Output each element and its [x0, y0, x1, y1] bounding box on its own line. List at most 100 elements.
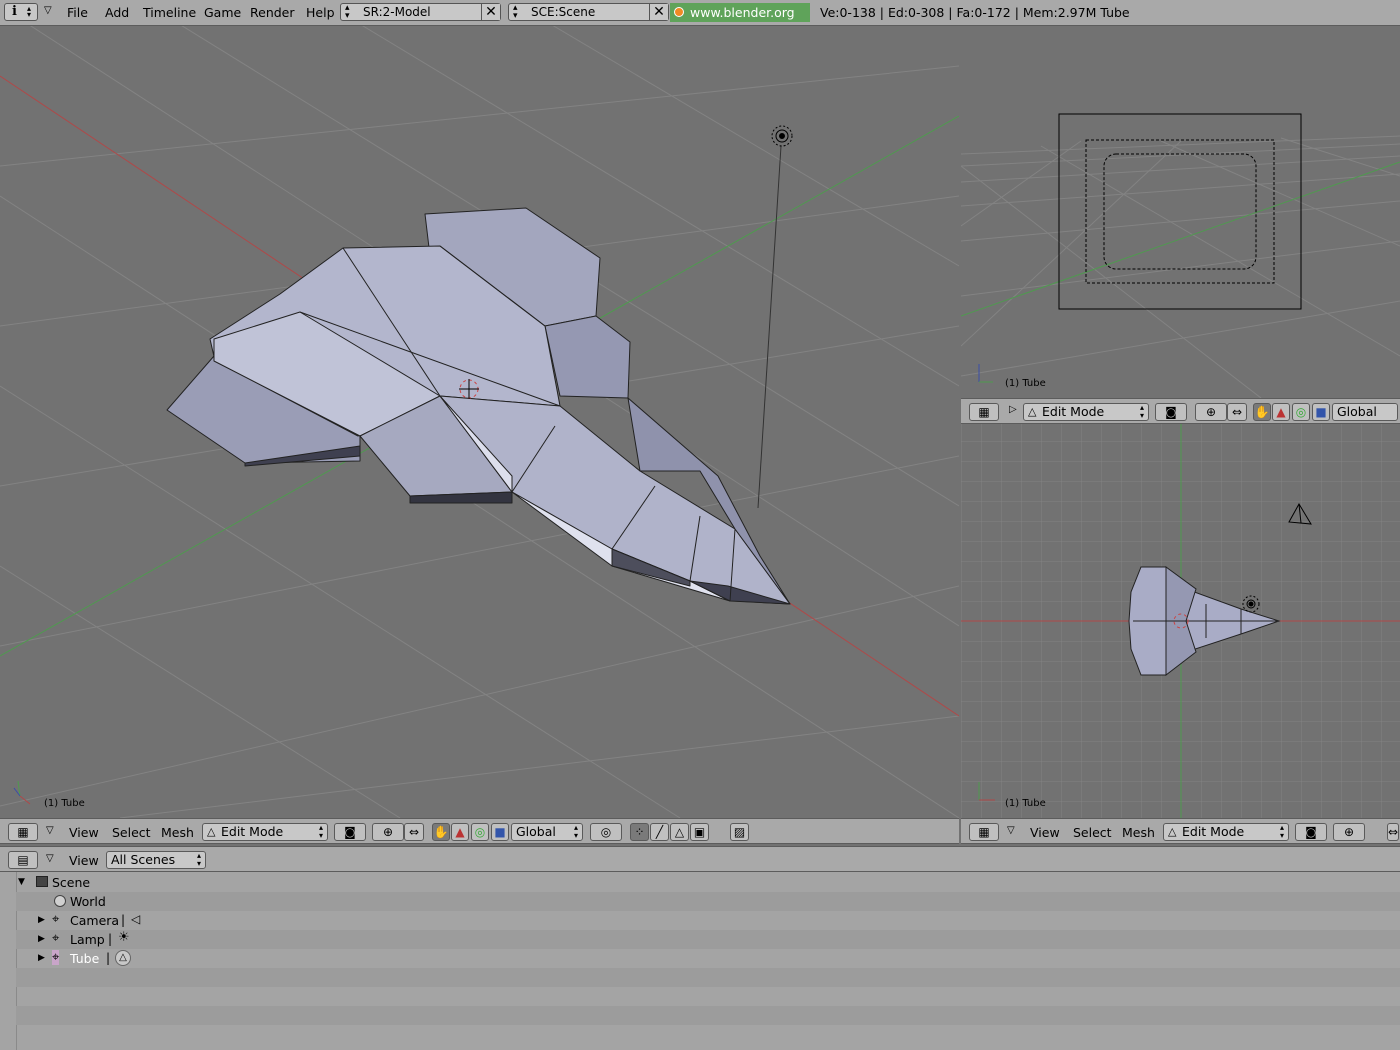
menu-game[interactable]: Game: [204, 5, 241, 20]
menu-mesh[interactable]: Mesh: [161, 825, 194, 840]
menu-view[interactable]: View: [69, 853, 99, 868]
main-viewport-object-label: (1) Tube: [44, 798, 85, 809]
menu-select[interactable]: Select: [1073, 825, 1112, 840]
translate-manipulator-button[interactable]: ▲: [451, 823, 469, 841]
main-3d-viewport[interactable]: (1) Tube: [0, 26, 959, 818]
orientation-value: Global: [1337, 404, 1377, 419]
main-viewport-canvas[interactable]: [0, 26, 959, 818]
draw-type-select[interactable]: ◙: [334, 823, 366, 841]
updown-icon[interactable]: ▴ ▾: [345, 4, 350, 21]
menu-help[interactable]: Help: [306, 5, 335, 20]
menu-render[interactable]: Render: [250, 5, 295, 20]
scene-field[interactable]: ▴ ▾ SCE:Scene ✕: [508, 3, 669, 21]
collapse-triangle-icon[interactable]: ▼: [18, 877, 25, 887]
collapse-menu-icon[interactable]: ▽: [1007, 825, 1015, 836]
menu-mesh[interactable]: Mesh: [1122, 825, 1155, 840]
camera-viewport-canvas[interactable]: [961, 26, 1400, 398]
tube-mesh: [166, 207, 791, 605]
menu-add[interactable]: Add: [105, 5, 129, 20]
rotate-manipulator-button[interactable]: ◎: [471, 823, 489, 841]
camera-icon[interactable]: ◁: [131, 912, 140, 926]
outliner-item-label[interactable]: Camera: [70, 913, 119, 928]
mode-select[interactable]: △ Edit Mode ▴ ▾: [1023, 403, 1149, 421]
collapse-menu-icon[interactable]: ▽: [46, 825, 54, 836]
mode-select[interactable]: △ Edit Mode ▴ ▾: [202, 823, 328, 841]
screen-name[interactable]: SR:2-Model: [363, 5, 431, 19]
menu-view[interactable]: View: [1030, 825, 1060, 840]
manipulator-select[interactable]: ⇔: [1387, 823, 1399, 841]
lamp-icon[interactable]: ☀: [118, 930, 130, 945]
scale-manipulator-button[interactable]: ■: [1312, 403, 1330, 421]
pivot-select[interactable]: ⊕: [1333, 823, 1365, 841]
screen-field[interactable]: ▴ ▾ SR:2-Model ✕: [340, 3, 501, 21]
mesh-icon[interactable]: △: [115, 950, 131, 966]
mode-select-value: Edit Mode: [1182, 824, 1245, 839]
outliner-row-lamp[interactable]: ▶ ⌖ Lamp | ☀: [16, 930, 1400, 949]
edge-select-mode-button[interactable]: ╱: [650, 823, 669, 841]
updown-icon: ▴ ▾: [1139, 403, 1144, 420]
outliner-item-label[interactable]: Scene: [52, 875, 90, 890]
updown-icon[interactable]: ▴ ▾: [513, 4, 518, 21]
outliner-row-scene[interactable]: ▼ Scene: [16, 873, 1400, 892]
top-ortho-viewport[interactable]: (1) Tube: [961, 424, 1400, 818]
outliner-empty-row: [16, 1006, 1400, 1025]
collapse-menu-icon[interactable]: ▽: [44, 5, 52, 16]
rotate-manipulator-button[interactable]: ◎: [1292, 403, 1310, 421]
translate-manipulator-button[interactable]: ▲: [1272, 403, 1290, 421]
expand-triangle-icon[interactable]: ▶: [38, 953, 45, 963]
outliner-panel[interactable]: ▼ Scene World ▶ ⌖ Camera | ◁ ▶ ⌖ Lamp | …: [0, 872, 1400, 1050]
top-viewport-canvas[interactable]: [961, 424, 1400, 818]
outliner-item-label[interactable]: World: [70, 894, 106, 909]
outliner-item-label[interactable]: Lamp: [70, 932, 105, 947]
orientation-value: Global: [516, 824, 556, 839]
scenes-select[interactable]: All Scenes ▴ ▾: [106, 851, 206, 869]
expand-triangle-icon[interactable]: ▶: [38, 915, 45, 925]
info-icon[interactable]: i ▴ ▾: [4, 3, 38, 21]
separator: |: [106, 951, 111, 965]
window-type-icon[interactable]: ▦: [969, 823, 999, 841]
world-icon: [54, 895, 66, 907]
scene-delete-button[interactable]: ✕: [649, 4, 668, 20]
outliner-row-camera[interactable]: ▶ ⌖ Camera | ◁: [16, 911, 1400, 930]
blender-url-badge[interactable]: www.blender.org 242: [670, 3, 810, 39]
pivot-select[interactable]: ⊕: [1195, 403, 1227, 421]
window-type-icon[interactable]: ▦: [969, 403, 999, 421]
scene-name[interactable]: SCE:Scene: [531, 5, 595, 19]
draw-type-select[interactable]: ◙: [1295, 823, 1327, 841]
collapse-menu-icon[interactable]: ▽: [46, 853, 54, 864]
menu-timeline[interactable]: Timeline: [143, 5, 196, 20]
window-type-icon[interactable]: ▦: [8, 823, 38, 841]
camera-frame: [1058, 113, 1302, 310]
expand-triangle-icon[interactable]: ▶: [38, 934, 45, 944]
scale-manipulator-button[interactable]: ■: [491, 823, 509, 841]
object-icon: ⌖: [52, 931, 60, 946]
outliner-row-tube[interactable]: ▶ ⌖ Tube | △: [16, 949, 1400, 968]
mode-select[interactable]: △ Edit Mode ▴ ▾: [1163, 823, 1289, 841]
face-select-mode-button[interactable]: △: [670, 823, 689, 841]
manipulator-select[interactable]: ⇔: [1227, 403, 1247, 421]
expand-header-icon[interactable]: ▷: [1009, 404, 1017, 415]
lamp-direction-line: [757, 145, 782, 509]
vertex-select-mode-button[interactable]: ⁘: [630, 823, 649, 841]
occlude-geometry-button[interactable]: ▣: [690, 823, 709, 841]
menu-file[interactable]: File: [67, 5, 88, 20]
transform-manipulator-toggle[interactable]: ✋: [1253, 403, 1271, 421]
menu-select[interactable]: Select: [112, 825, 151, 840]
edit-mode-icon: △: [207, 825, 216, 838]
top-menu-bar: i ▴ ▾ ▽ File Add Timeline Game Render Hel…: [0, 0, 1400, 39]
outliner-item-label[interactable]: Tube: [70, 951, 99, 966]
manipulator-select[interactable]: ⇔: [404, 823, 424, 841]
edit-mode-icon: △: [1168, 825, 1177, 838]
orientation-select[interactable]: Global: [1332, 403, 1398, 421]
screen-delete-button[interactable]: ✕: [481, 4, 500, 20]
window-type-icon[interactable]: ▤: [8, 851, 38, 869]
transform-manipulator-toggle[interactable]: ✋: [432, 823, 450, 841]
camera-viewport[interactable]: (1) Tube: [961, 26, 1400, 398]
outliner-row-world[interactable]: World: [16, 892, 1400, 911]
proportional-edit-select[interactable]: ◎: [590, 823, 622, 841]
pivot-select[interactable]: ⊕: [372, 823, 404, 841]
render-opengl-button[interactable]: ▨: [730, 823, 749, 841]
orientation-select[interactable]: Global ▴ ▾: [511, 823, 583, 841]
menu-view[interactable]: View: [69, 825, 99, 840]
draw-type-select[interactable]: ◙: [1155, 403, 1187, 421]
